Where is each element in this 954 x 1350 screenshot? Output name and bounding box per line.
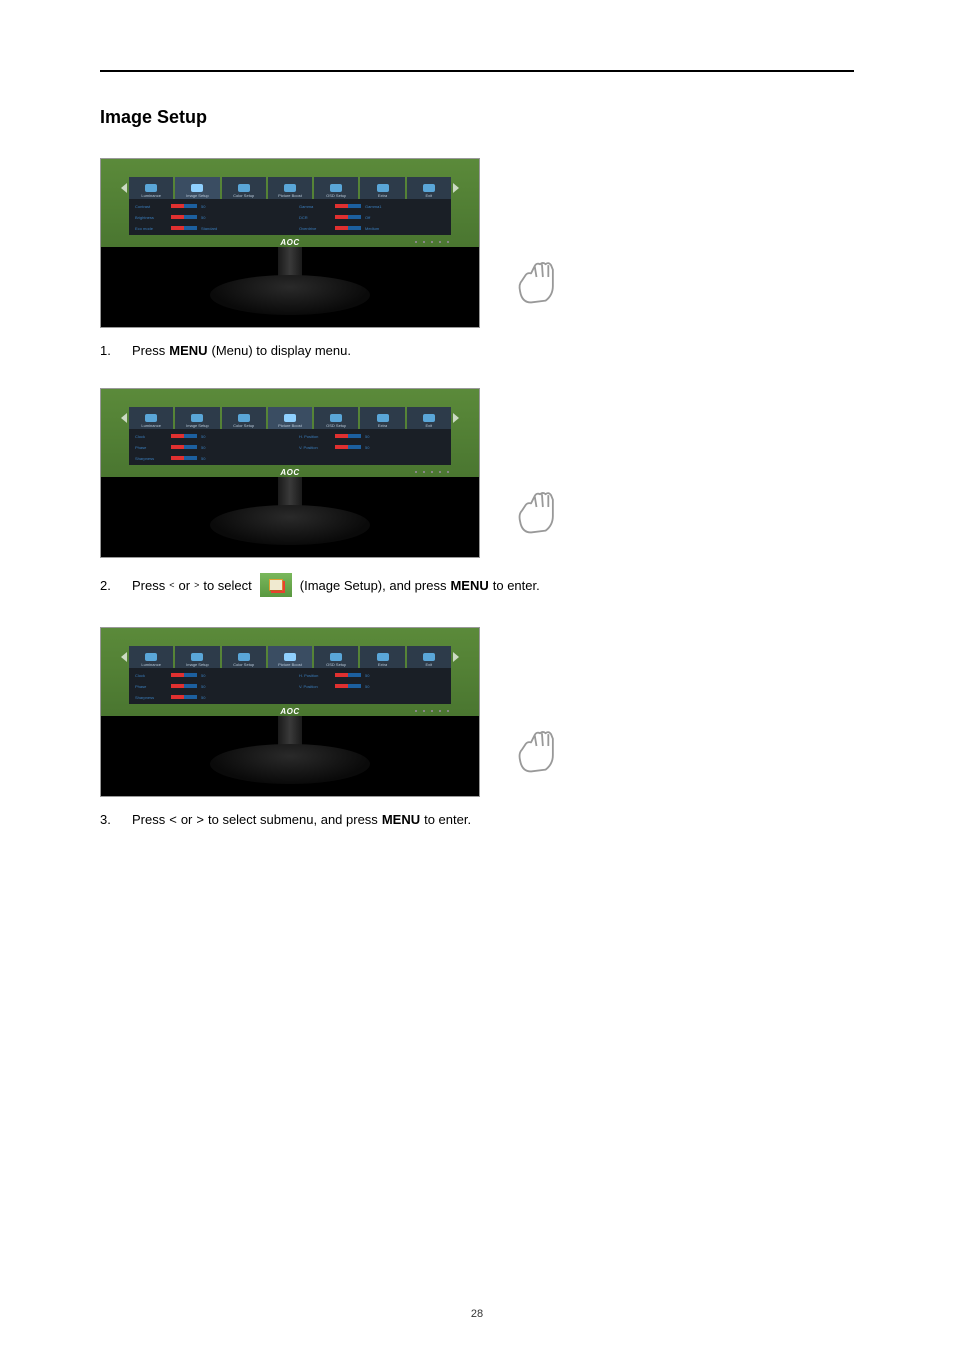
osd-setting-row: Clock50	[135, 671, 281, 679]
pointing-hand-icon	[509, 257, 564, 307]
osd-setting-row: Contrast50	[135, 202, 281, 210]
osd-tab: OSD Setup	[314, 177, 358, 199]
section-title: Image Setup	[100, 107, 854, 128]
osd-tab: Luminance	[129, 177, 173, 199]
osd-tab: Picture Boost	[268, 177, 312, 199]
page-number: 28	[471, 1308, 483, 1320]
step-2: 2. Press < or > to select (Image Setup),…	[100, 573, 854, 597]
osd-setting-row: Sharpness50	[135, 693, 281, 701]
monitor-screenshot-1: LuminanceImage SetupColor SetupPicture B…	[100, 158, 480, 328]
osd-tab: Exit	[407, 407, 451, 429]
osd-tab: Extra	[360, 177, 404, 199]
osd-setting-row: V. Position50	[299, 443, 445, 451]
osd-setting-row: GammaGamma1	[299, 202, 445, 210]
pointing-hand-icon	[509, 487, 564, 537]
osd-tab: Exit	[407, 177, 451, 199]
pointing-hand-icon	[509, 726, 564, 776]
step-1: 1. Press MENU (Menu) to display menu.	[100, 343, 854, 358]
osd-tab: Image Setup	[175, 177, 219, 199]
osd-tab: Color Setup	[222, 407, 266, 429]
osd-setting-row: Phase50	[135, 682, 281, 690]
osd-tab: Image Setup	[175, 407, 219, 429]
osd-setting-row: V. Position50	[299, 682, 445, 690]
osd-setting-row: Eco modeStandard	[135, 224, 281, 232]
osd-tab: Luminance	[129, 407, 173, 429]
image-setup-icon	[260, 573, 292, 597]
osd-tab: Extra	[360, 407, 404, 429]
osd-tab: Luminance	[129, 646, 173, 668]
brand-logo: AOC	[280, 707, 299, 716]
brand-logo: AOC	[280, 468, 299, 477]
osd-setting-row: DCROff	[299, 213, 445, 221]
osd-tab: OSD Setup	[314, 407, 358, 429]
osd-tab: Exit	[407, 646, 451, 668]
osd-setting-row: Sharpness50	[135, 454, 281, 462]
step-3: 3. Press < or > to select submenu, and p…	[100, 812, 854, 827]
monitor-screenshot-3: LuminanceImage SetupColor SetupPicture B…	[100, 627, 480, 797]
osd-setting-row: Brightness50	[135, 213, 281, 221]
brand-logo: AOC	[280, 238, 299, 247]
osd-setting-row: H. Position50	[299, 671, 445, 679]
osd-tab: Color Setup	[222, 177, 266, 199]
monitor-screenshot-2: LuminanceImage SetupColor SetupPicture B…	[100, 388, 480, 558]
osd-setting-row: OverdriveMedium	[299, 224, 445, 232]
osd-setting-row: H. Position50	[299, 432, 445, 440]
osd-tab: Extra	[360, 646, 404, 668]
osd-tab: OSD Setup	[314, 646, 358, 668]
osd-tab: Image Setup	[175, 646, 219, 668]
osd-setting-row: Clock50	[135, 432, 281, 440]
osd-setting-row: Phase50	[135, 443, 281, 451]
osd-tab: Picture Boost	[268, 646, 312, 668]
osd-tab: Color Setup	[222, 646, 266, 668]
osd-tab: Picture Boost	[268, 407, 312, 429]
